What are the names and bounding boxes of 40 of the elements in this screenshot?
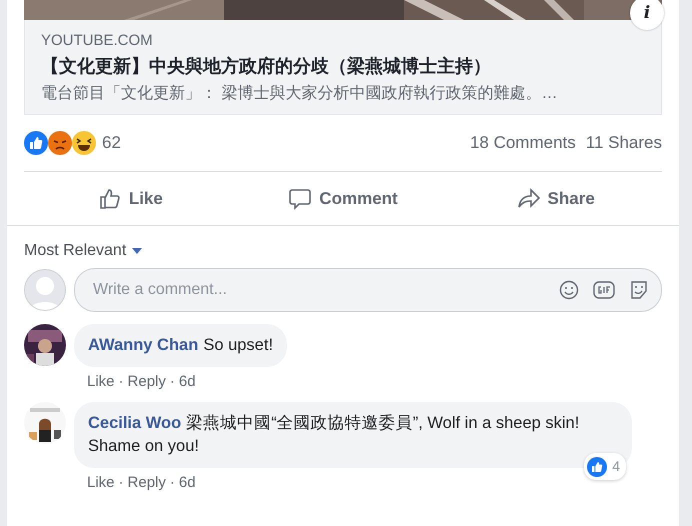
comment-action-link[interactable]: Like: [87, 474, 115, 491]
separator-dot: ·: [118, 373, 124, 390]
link-domain: YOUTUBE.COM: [41, 32, 154, 49]
comment-input[interactable]: Write a comment...: [91, 280, 545, 300]
link-description: 電台節目「文化更新」： 梁博士與大家分析中國政府執行政策的難處。…: [41, 84, 558, 104]
gif-icon[interactable]: [593, 280, 615, 300]
comment-author[interactable]: AWanny Chan: [88, 336, 198, 354]
comment-time[interactable]: 6d: [178, 474, 196, 491]
like-count-badge[interactable]: 4: [584, 453, 626, 480]
comment-author[interactable]: Cecilia Woo: [88, 414, 182, 432]
speech-bubble-icon: [288, 186, 312, 210]
separator-dot: ·: [118, 474, 124, 491]
caret-icon: [132, 248, 142, 254]
link-title[interactable]: 【文化更新】中央與地方政府的分歧（梁燕城博士主持）: [41, 54, 645, 78]
share-button[interactable]: Share: [449, 178, 662, 218]
like-reaction-icon: [24, 131, 48, 155]
like-button[interactable]: Like: [24, 178, 237, 218]
sort-dropdown[interactable]: Most Relevant: [24, 242, 142, 260]
laughing-reaction-icon: [72, 131, 96, 155]
link-preview-card[interactable]: YOUTUBE.COM 【文化更新】中央與地方政府的分歧（梁燕城博士主持） 電台節目「文化更新」： 梁博士與大家分析中國政府執行政策的難處。…: [24, 20, 662, 115]
comment-time[interactable]: 6d: [178, 373, 196, 390]
separator-dot: ·: [170, 373, 175, 390]
comments-count-link[interactable]: 18 Comments: [470, 133, 576, 153]
comment-text: AWanny Chan So upset!: [88, 336, 274, 354]
comment-field[interactable]: Write a comment...: [74, 268, 662, 312]
comment-action-link[interactable]: Reply: [128, 373, 166, 390]
smiley-icon[interactable]: [559, 280, 579, 300]
thumbs-up-icon: [98, 186, 122, 210]
comment-action-link[interactable]: Reply: [128, 474, 166, 491]
sticker-icon[interactable]: [629, 280, 649, 300]
reaction-count[interactable]: 62: [102, 133, 121, 153]
like-reaction-icon: [587, 456, 608, 476]
shares-count-link[interactable]: 11 Shares: [586, 133, 662, 153]
angry-reaction-icon: [48, 131, 72, 155]
separator-dot: ·: [170, 474, 175, 491]
default-avatar-icon: [24, 269, 66, 311]
comment-action-link[interactable]: Like: [87, 373, 115, 390]
share-arrow-icon: [516, 186, 541, 210]
comment-text: Cecilia Woo 梁燕城中國“全國政協特邀委員”, Wolf in a sheep skin! Shame on you!: [88, 414, 580, 455]
comment-button[interactable]: Comment: [236, 178, 450, 218]
